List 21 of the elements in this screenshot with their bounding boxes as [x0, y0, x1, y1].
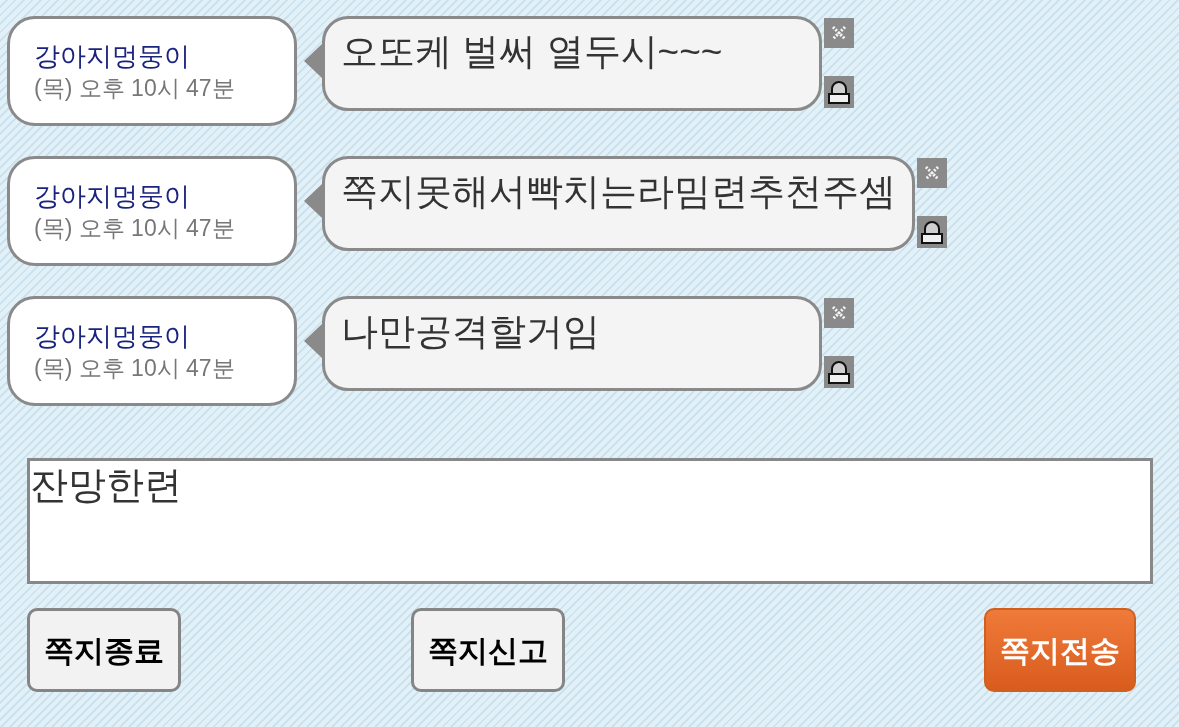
close-icon[interactable] [917, 158, 947, 188]
message-time: (목) 오후 10시 47분 [34, 356, 236, 380]
bubble-pointer [304, 44, 322, 78]
sender-name[interactable]: 강아지멍뭉이 [34, 322, 294, 349]
close-icon[interactable] [824, 298, 854, 328]
action-button[interactable]: 쪽지신고 [411, 608, 565, 692]
sender-name[interactable]: 강아지멍뭉이 [34, 42, 294, 69]
bubble-pointer [304, 324, 322, 358]
message-time: (목) 오후 10시 47분 [34, 216, 236, 240]
lock-icon[interactable] [824, 356, 854, 388]
sender-name[interactable]: 강아지멍뭉이 [34, 182, 294, 209]
message-bubble: 오또케 벌써 열두시~~~ [322, 16, 822, 111]
message-bubble: 쪽지못해서빡치는라밈련추천주셈 [322, 156, 915, 251]
message-bubble: 나만공격할거임 [322, 296, 822, 391]
message-input[interactable]: 잔망한련 [27, 458, 1153, 584]
message-time: (목) 오후 10시 47분 [34, 76, 236, 100]
lock-icon[interactable] [824, 76, 854, 108]
lock-icon[interactable] [917, 216, 947, 248]
close-icon[interactable] [824, 18, 854, 48]
action-button[interactable]: 쪽지종료 [27, 608, 181, 692]
bubble-pointer [304, 184, 322, 218]
